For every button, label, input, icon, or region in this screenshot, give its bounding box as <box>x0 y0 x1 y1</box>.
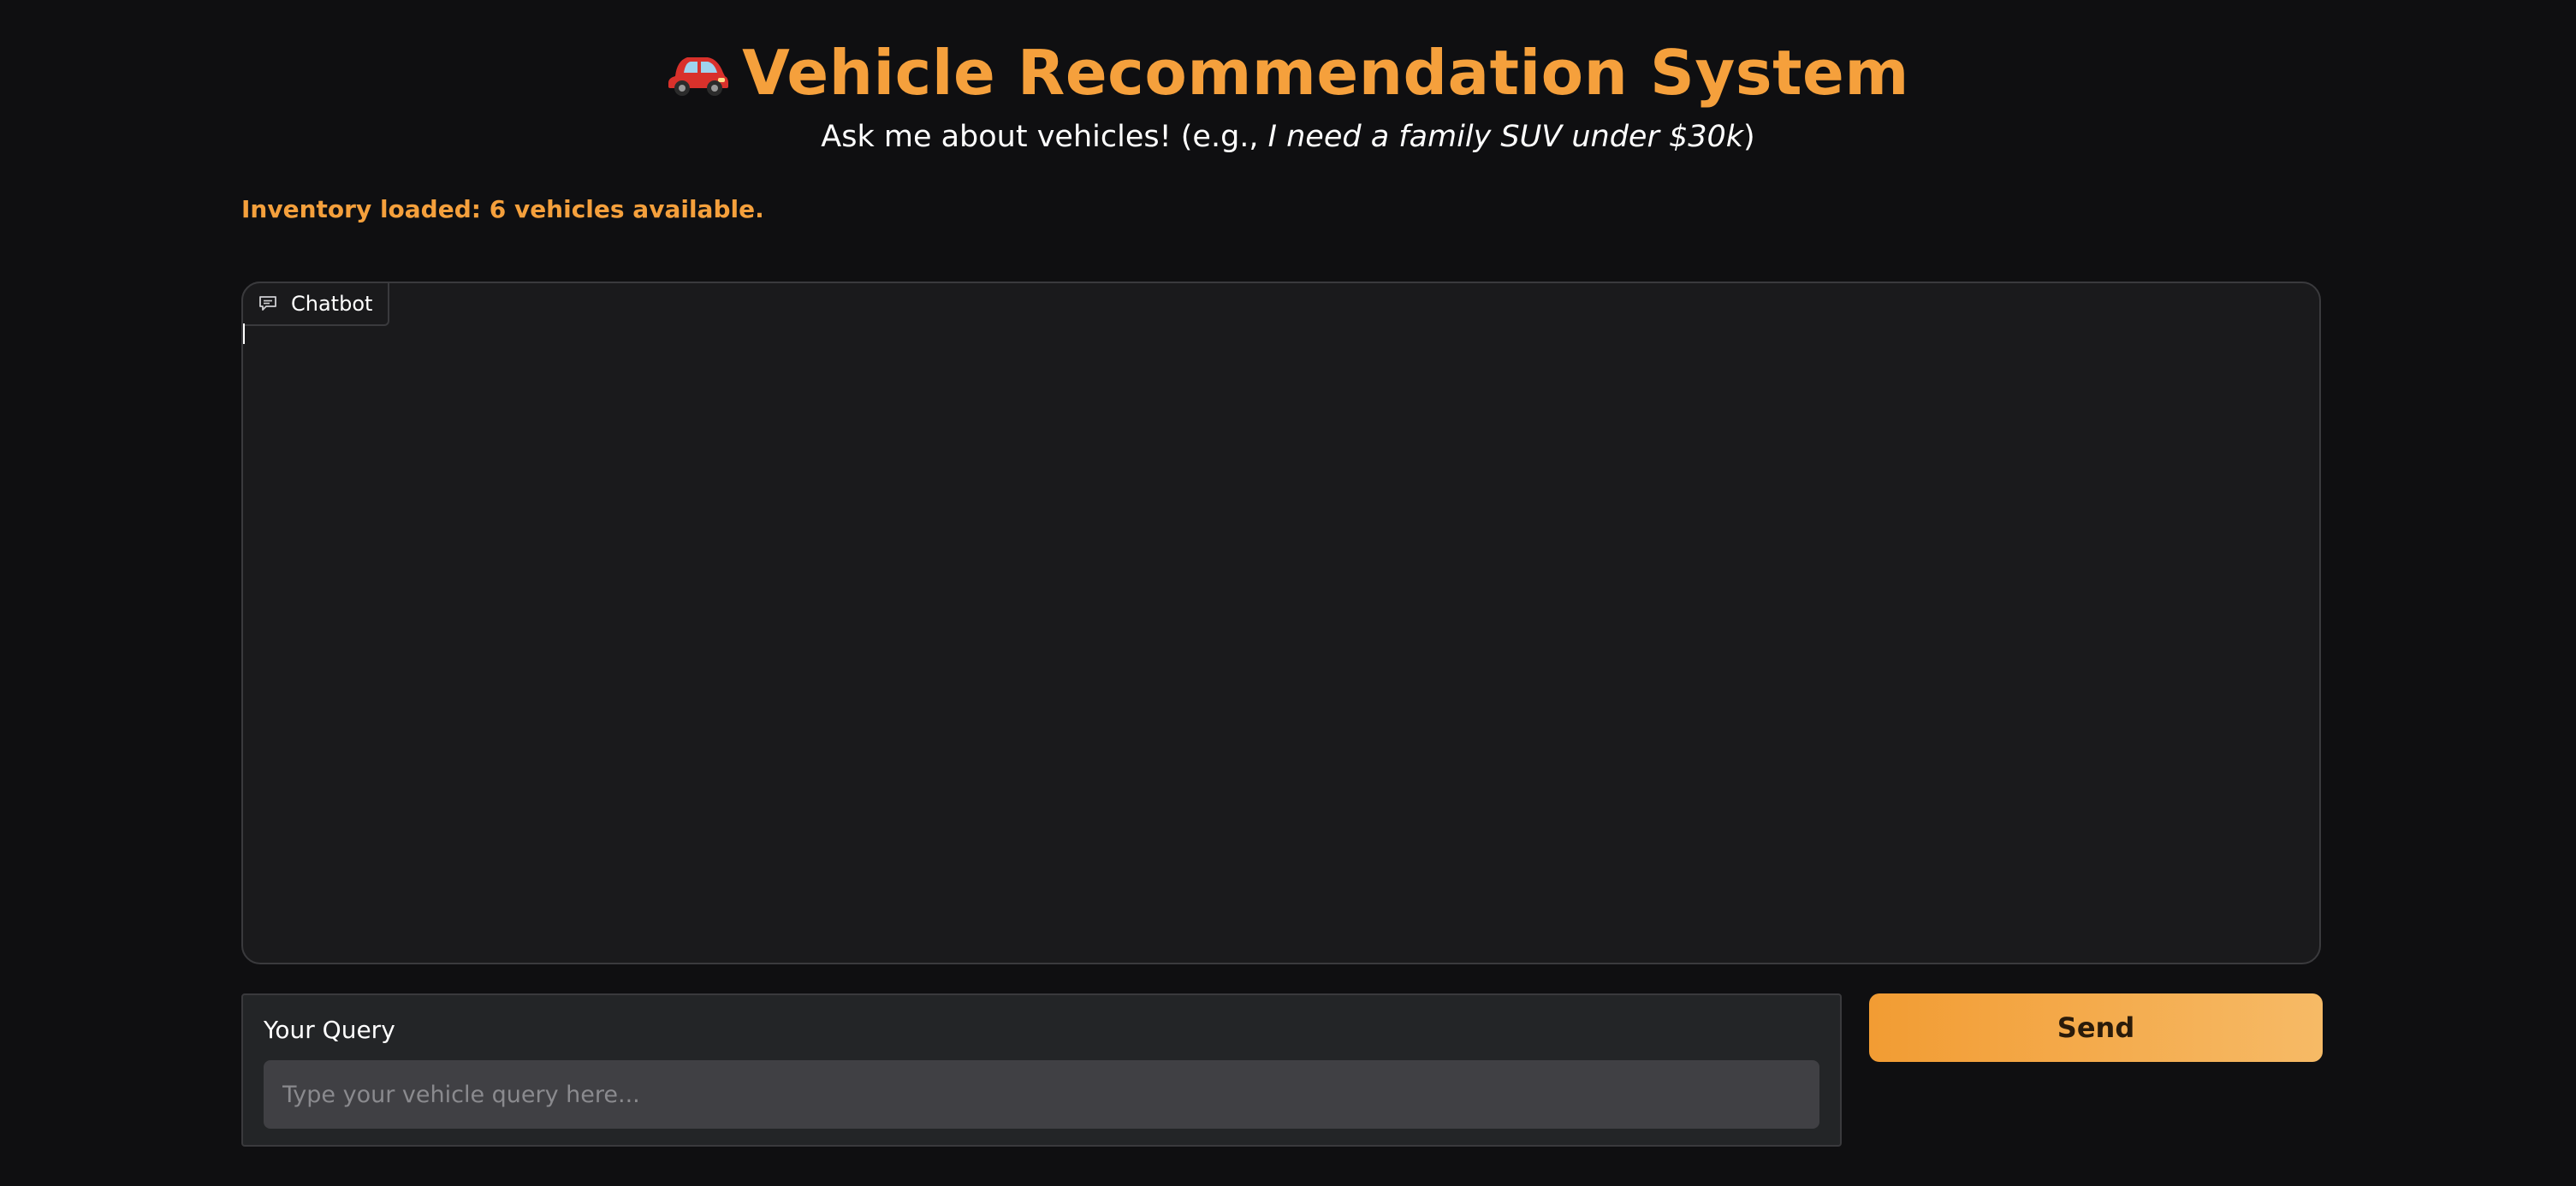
chatbot-label-tab: Chatbot <box>241 282 390 326</box>
send-button[interactable]: Send <box>1869 993 2323 1062</box>
app-page: Vehicle Recommendation System Ask me abo… <box>0 0 2576 1186</box>
query-panel: Your Query <box>241 993 1842 1147</box>
page-subtitle: Ask me about vehicles! (e.g., I need a f… <box>0 120 2576 154</box>
car-icon <box>667 47 730 98</box>
query-input[interactable] <box>264 1060 1819 1129</box>
query-label: Your Query <box>264 1016 395 1044</box>
subtitle-example: I need a family SUV under $30k <box>1267 120 1744 154</box>
inventory-status: Inventory loaded: 6 vehicles available. <box>241 195 764 223</box>
chatbot-label: Chatbot <box>291 292 373 316</box>
text-cursor <box>243 323 245 344</box>
chat-message-area[interactable] <box>243 328 2319 963</box>
chatbot-panel: Chatbot <box>241 282 2321 964</box>
subtitle-suffix: ) <box>1743 120 1755 154</box>
header: Vehicle Recommendation System <box>0 26 2576 120</box>
subtitle-prefix: Ask me about vehicles! (e.g., <box>821 120 1268 154</box>
chat-bubble-icon <box>258 295 277 312</box>
page-title: Vehicle Recommendation System <box>742 37 1909 109</box>
